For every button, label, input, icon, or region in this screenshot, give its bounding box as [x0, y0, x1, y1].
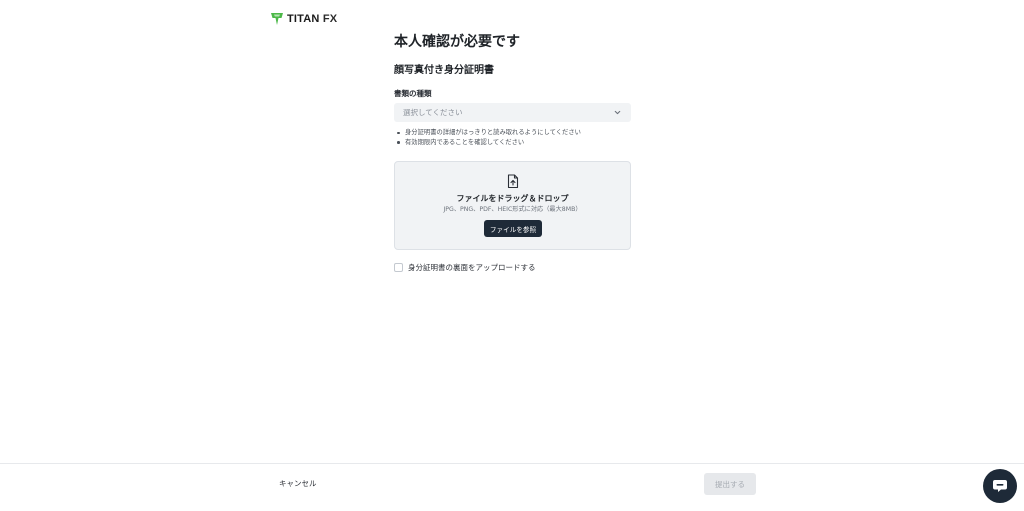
dropzone-subtitle: JPG、PNG、PDF、HEIC形式に対応（最大8MB）	[443, 206, 582, 213]
titan-fx-logo[interactable]: TITAN FX	[270, 11, 337, 27]
hint-item: 有効期限内であることを確認してください	[394, 138, 581, 148]
logo-suffix: FX	[322, 13, 338, 25]
back-side-option[interactable]: 身分証明書の裏面をアップロードする	[394, 262, 536, 273]
section-title: 顔写真付き身分証明書	[394, 65, 494, 76]
logo-wordmark: TITAN FX	[287, 13, 337, 25]
bullet-icon	[397, 131, 400, 134]
chat-button[interactable]	[983, 469, 1017, 503]
titan-shield-icon	[271, 13, 283, 25]
dropzone-title: ファイルをドラッグ＆ドロップ	[456, 194, 569, 203]
logo-main: TITAN	[287, 13, 320, 25]
document-type-label: 書類の種類	[394, 89, 432, 98]
hint-text: 有効期限内であることを確認してください	[405, 138, 525, 146]
back-side-label: 身分証明書の裏面をアップロードする	[408, 263, 536, 272]
browse-files-button[interactable]: ファイルを参照	[484, 220, 542, 237]
submit-button[interactable]: 提出する	[704, 473, 756, 495]
file-upload-icon	[507, 174, 519, 189]
page-title: 本人確認が必要です	[394, 34, 520, 50]
hint-item: 身分証明書の詳細がはっきりと読み取れるようにしてください	[394, 128, 581, 138]
document-type-placeholder: 選択してください	[403, 108, 463, 117]
chat-bubble-icon	[993, 480, 1007, 492]
chevron-down-icon	[614, 110, 621, 115]
footer-bar: キャンセル 提出する	[0, 463, 1024, 511]
cancel-button[interactable]: キャンセル	[279, 478, 317, 489]
hint-text: 身分証明書の詳細がはっきりと読み取れるようにしてください	[405, 129, 581, 136]
file-dropzone[interactable]: ファイルをドラッグ＆ドロップ JPG、PNG、PDF、HEIC形式に対応（最大8…	[394, 161, 631, 250]
upload-hints: 身分証明書の詳細がはっきりと読み取れるようにしてください 有効期限内であることを…	[394, 128, 581, 147]
back-side-checkbox[interactable]	[394, 263, 403, 272]
document-type-select[interactable]: 選択してください	[394, 103, 631, 122]
bullet-icon	[397, 141, 400, 144]
